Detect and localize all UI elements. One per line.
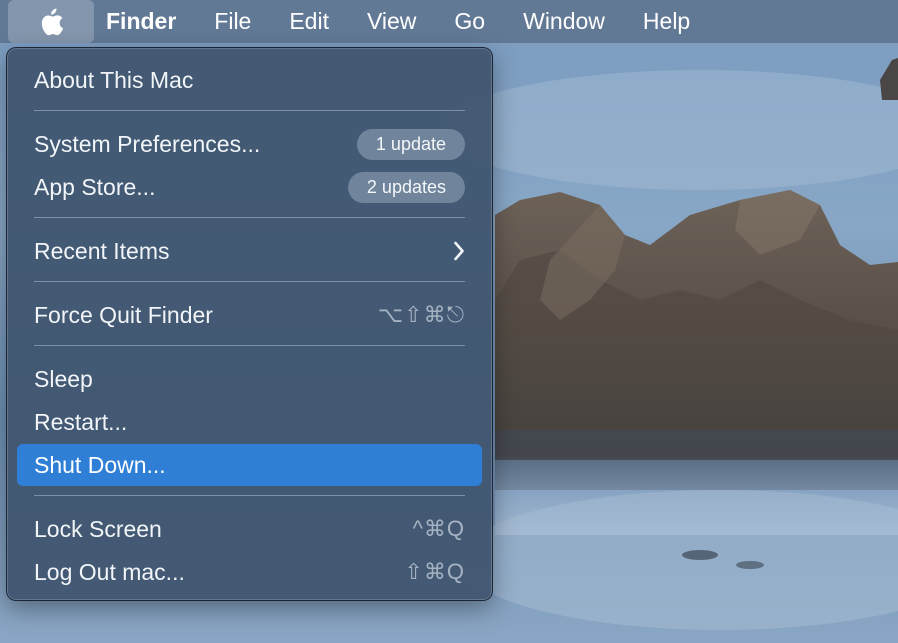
menu-item-log-out[interactable]: Log Out mac... ⇧⌘Q [17,552,482,592]
update-badge: 1 update [356,128,465,160]
menubar-help[interactable]: Help [624,0,709,43]
menu-item-shut-down[interactable]: Shut Down... [17,444,482,486]
menubar-app-name[interactable]: Finder [94,0,195,43]
desktop: Finder File Edit View Go Window Help Abo… [0,0,898,643]
chevron-right-icon [453,241,465,261]
menu-item-label: Lock Screen [34,515,162,542]
keyboard-shortcut: ^⌘Q [412,516,465,541]
menu-item-label: Log Out mac... [34,558,185,585]
menu-item-label: Force Quit Finder [34,301,213,328]
menu-item-lock-screen[interactable]: Lock Screen ^⌘Q [17,509,482,549]
menu-item-label: About This Mac [34,66,194,93]
menu-item-sleep[interactable]: Sleep [17,359,482,399]
keyboard-shortcut: ⇧⌘Q [404,559,465,584]
menubar-view[interactable]: View [348,0,435,43]
menu-item-restart[interactable]: Restart... [17,402,482,442]
menu-item-system-preferences[interactable]: System Preferences... 1 update [17,124,482,164]
menu-separator [34,495,465,496]
menu-separator [34,110,465,111]
menubar-window[interactable]: Window [504,0,624,43]
menu-item-force-quit-finder[interactable]: Force Quit Finder ⌥⇧⌘⎋ [17,295,482,335]
update-badge: 2 updates [347,171,465,203]
apple-menu-button[interactable] [8,0,94,43]
menu-item-label: System Preferences... [34,130,261,157]
menu-separator [34,281,465,282]
menu-bar: Finder File Edit View Go Window Help [0,0,898,43]
apple-menu-dropdown: About This Mac System Preferences... 1 u… [6,47,493,601]
menu-item-label: Sleep [34,365,93,392]
keyboard-shortcut: ⌥⇧⌘⎋ [377,302,465,327]
apple-logo-icon [41,8,64,35]
menu-item-label: Shut Down... [34,451,166,478]
menu-item-label: Recent Items [34,237,170,264]
menu-item-label: Restart... [34,408,128,435]
menubar-go[interactable]: Go [435,0,504,43]
menu-separator [34,345,465,346]
menu-separator [34,217,465,218]
menu-item-app-store[interactable]: App Store... 2 updates [17,167,482,207]
menubar-file[interactable]: File [195,0,270,43]
menu-item-recent-items[interactable]: Recent Items [17,231,482,271]
menubar-edit[interactable]: Edit [270,0,348,43]
menu-item-about-this-mac[interactable]: About This Mac [17,60,482,100]
menu-item-label: App Store... [34,173,156,200]
